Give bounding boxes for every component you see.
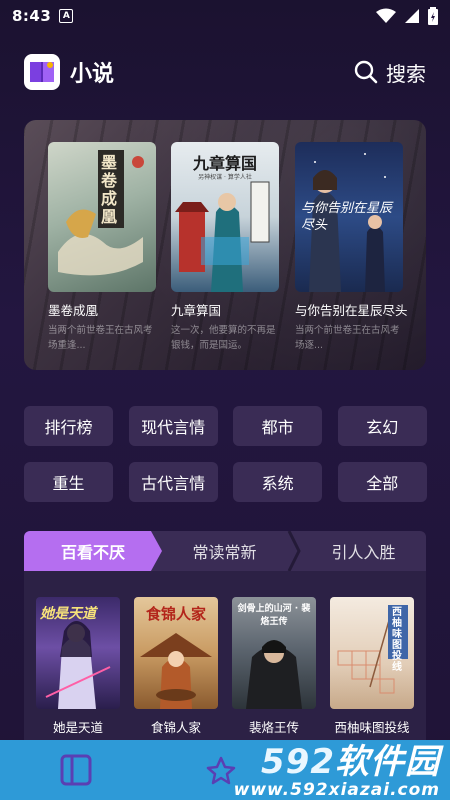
book-cover[interactable]: 她是天道 [36, 597, 120, 709]
book-list: 她是天道 她是天道 食锦人家 食锦人家 剑骨上的山河 · 裴烙王传 裴烙王传 西… [36, 597, 414, 736]
book-cover[interactable]: 西柚味图投线 [330, 597, 414, 709]
book-cover-title: 她是天道 [40, 606, 96, 622]
nav-bookshelf-button[interactable] [60, 754, 92, 790]
book-cover[interactable]: 食锦人家 [134, 597, 218, 709]
status-time: 8:43 [12, 7, 52, 25]
book-cover-title: 剑骨上的山河 · 裴烙王传 [237, 604, 311, 627]
tab-panel: 她是天道 她是天道 食锦人家 食锦人家 剑骨上的山河 · 裴烙王传 裴烙王传 西… [24, 571, 426, 751]
tab-always-fresh[interactable]: 常读常新 [162, 531, 287, 571]
book-title: 裴烙王传 [248, 720, 299, 735]
wifi-icon [376, 8, 396, 23]
category-modern-romance-button[interactable]: 现代言情 [128, 406, 218, 446]
watermark-text: 软件园 [335, 742, 440, 782]
book-cover-subtitle: 另神权谋 · 算学人社 [198, 174, 252, 181]
book-item-2[interactable]: 食锦人家 食锦人家 [134, 597, 218, 736]
book-title: 食锦人家 [150, 720, 201, 735]
notification-a-icon: A [59, 9, 74, 23]
book-cover[interactable]: 剑骨上的山河 · 裴烙王传 [232, 597, 316, 709]
tab-must-read[interactable]: 百看不厌 [24, 531, 162, 571]
featured-book-desc: 当两个前世卷王在古风考场逐... [295, 325, 400, 351]
category-urban-button[interactable]: 都市 [233, 406, 323, 446]
book-cover[interactable]: 墨卷成凰 [48, 142, 156, 292]
category-fantasy-button[interactable]: 玄幻 [337, 406, 427, 446]
featured-book-3[interactable]: 与你告别在星辰尽头 与你告别在星辰尽头 当两个前世卷王在古风考场逐... [295, 142, 408, 354]
watermark: 592软件园 www.592xiazai.com [234, 744, 440, 800]
category-rebirth-button[interactable]: 重生 [24, 462, 113, 502]
book-item-1[interactable]: 她是天道 她是天道 [36, 597, 120, 736]
status-bar: 8:43 A [0, 0, 450, 32]
star-icon [206, 756, 236, 785]
featured-book-title: 与你告别在星辰尽头 [295, 303, 408, 318]
featured-book-desc: 当两个前世卷王在古风考场重逢... [48, 325, 153, 351]
category-grid: 排行榜 现代言情 都市 玄幻 重生 古代言情 系统 全部 [24, 406, 427, 502]
watermark-url: www.592xiazai.com [233, 780, 440, 800]
featured-book-2[interactable]: 九章算国 另神权谋 · 算学人社 九章算国 这一次，他要算的不再是银钱，而是国运… [171, 142, 279, 354]
book-item-4[interactable]: 西柚味图投线 西柚味图投线 [330, 597, 414, 736]
featured-book-title: 墨卷成凰 [48, 303, 99, 318]
search-label: 搜索 [386, 61, 426, 86]
book-title: 西柚味图投线 [334, 720, 410, 735]
book-list-tabs: 百看不厌 常读常新 引人入胜 [24, 531, 426, 571]
book-cover-title: 食锦人家 [145, 605, 206, 623]
featured-book-title: 九章算国 [171, 303, 222, 318]
featured-book-1[interactable]: 墨卷成凰 墨卷成凰 当两个前世卷王在古风考场重逢... [48, 142, 156, 354]
featured-banner[interactable]: 墨卷成凰 墨卷成凰 当两个前世卷王在古风考场重逢... 九章算国 另神权谋 · … [24, 120, 426, 370]
tab-captivating[interactable]: 引人入胜 [301, 531, 426, 571]
book-cover-title: 西柚味图投线 [392, 607, 402, 673]
app-title: 小说 [70, 62, 115, 87]
signal-icon [405, 9, 419, 23]
book-item-3[interactable]: 剑骨上的山河 · 裴烙王传 裴烙王传 [232, 597, 316, 736]
app-header: 小说 搜索 [24, 50, 426, 94]
book-cover[interactable]: 九章算国 另神权谋 · 算学人社 [171, 142, 279, 292]
book-cover-title: 九章算国 [192, 154, 257, 173]
book-title: 她是天道 [52, 720, 103, 735]
book-cover-title: 墨卷成凰 [101, 153, 118, 226]
category-all-button[interactable]: 全部 [337, 462, 427, 502]
tab-divider [287, 531, 301, 571]
search-button[interactable]: 搜索 [354, 58, 426, 87]
book-cover[interactable]: 与你告别在星辰尽头 [295, 142, 403, 292]
category-ranking-button[interactable]: 排行榜 [24, 406, 113, 446]
watermark-number: 592 [261, 742, 335, 782]
bookshelf-icon [60, 754, 92, 786]
bottom-nav: 592软件园 www.592xiazai.com [0, 740, 450, 800]
search-icon [354, 60, 378, 84]
category-system-button[interactable]: 系统 [233, 462, 323, 502]
app-logo-icon [24, 54, 60, 90]
battery-icon [428, 7, 438, 25]
category-ancient-romance-button[interactable]: 古代言情 [128, 462, 218, 502]
featured-book-desc: 这一次，他要算的不再是银钱，而是国运。 [171, 325, 276, 351]
book-cover-title: 与你告别在星辰尽头 [301, 201, 393, 233]
nav-favorites-button[interactable] [206, 756, 236, 790]
